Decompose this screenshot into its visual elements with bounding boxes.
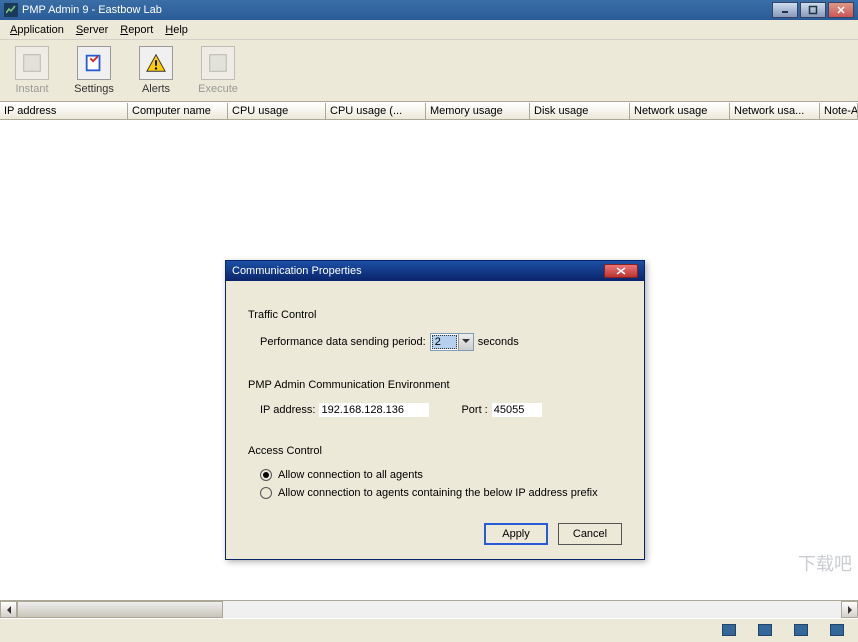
menu-help[interactable]: Help xyxy=(159,22,194,38)
col-memory[interactable]: Memory usage xyxy=(426,103,530,119)
env-heading: PMP Admin Communication Environment xyxy=(248,379,622,391)
maximize-button[interactable] xyxy=(800,2,826,18)
port-field[interactable]: 45055 xyxy=(492,403,542,417)
app-icon xyxy=(4,3,18,17)
traffic-control-heading: Traffic Control xyxy=(248,309,622,321)
menu-server-label: erver xyxy=(83,24,108,36)
toolbar-alerts[interactable]: Alerts xyxy=(130,44,182,97)
toolbar-alerts-label: Alerts xyxy=(142,83,170,95)
chevron-down-icon[interactable] xyxy=(458,334,473,350)
menu-server[interactable]: Server xyxy=(70,22,114,38)
radio-allow-prefix[interactable] xyxy=(260,487,272,499)
tray-icon-1 xyxy=(722,624,736,636)
scroll-track[interactable] xyxy=(17,601,841,618)
port-label: Port : xyxy=(461,404,487,416)
col-ip[interactable]: IP address xyxy=(0,103,128,119)
menu-report-label: eport xyxy=(128,24,153,36)
settings-icon xyxy=(77,46,111,80)
menu-application-label: pplication xyxy=(17,24,63,36)
menu-application[interactable]: Application xyxy=(4,22,70,38)
radio-allow-prefix-label: Allow connection to agents containing th… xyxy=(278,487,598,499)
toolbar-settings[interactable]: Settings xyxy=(68,44,120,97)
column-headers: IP address Computer name CPU usage CPU u… xyxy=(0,102,858,120)
dialog-close-button[interactable] xyxy=(604,264,638,278)
close-icon xyxy=(616,267,626,275)
ip-field[interactable]: 192.168.128.136 xyxy=(319,403,429,417)
tray-icon-2 xyxy=(758,624,772,636)
col-computer[interactable]: Computer name xyxy=(128,103,228,119)
col-note[interactable]: Note-A xyxy=(820,103,858,119)
statusbar xyxy=(0,618,858,640)
toolbar-instant[interactable]: Instant xyxy=(6,44,58,97)
radio-allow-all-label: Allow connection to all agents xyxy=(278,469,423,481)
communication-properties-dialog: Communication Properties Traffic Control… xyxy=(225,260,645,560)
instant-icon xyxy=(15,46,49,80)
close-button[interactable] xyxy=(828,2,854,18)
toolbar: Instant Settings Alerts Execute xyxy=(0,40,858,102)
watermark: 下载吧 xyxy=(798,550,852,576)
scroll-thumb[interactable] xyxy=(17,601,223,618)
execute-icon xyxy=(201,46,235,80)
alerts-icon xyxy=(139,46,173,80)
period-label: Performance data sending period: xyxy=(260,336,426,348)
toolbar-execute[interactable]: Execute xyxy=(192,44,244,97)
tray-icon-3 xyxy=(794,624,808,636)
window-title: PMP Admin 9 - Eastbow Lab xyxy=(22,4,162,16)
toolbar-execute-label: Execute xyxy=(198,83,238,95)
status-tray xyxy=(722,624,854,636)
col-disk[interactable]: Disk usage xyxy=(530,103,630,119)
minimize-button[interactable] xyxy=(772,2,798,18)
seconds-label: seconds xyxy=(478,336,519,348)
dialog-title: Communication Properties xyxy=(232,265,362,277)
period-value: 2 xyxy=(432,335,457,349)
radio-allow-all[interactable] xyxy=(260,469,272,481)
period-combo[interactable]: 2 xyxy=(430,333,474,351)
dialog-titlebar: Communication Properties xyxy=(226,261,644,281)
menu-report[interactable]: Report xyxy=(114,22,159,38)
scroll-left-button[interactable] xyxy=(0,601,17,618)
toolbar-instant-label: Instant xyxy=(15,83,48,95)
menubar: Application Server Report Help xyxy=(0,20,858,40)
toolbar-settings-label: Settings xyxy=(74,83,114,95)
apply-button[interactable]: Apply xyxy=(484,523,548,545)
access-heading: Access Control xyxy=(248,445,622,457)
col-network[interactable]: Network usage xyxy=(630,103,730,119)
menu-help-label: elp xyxy=(173,24,188,36)
col-network2[interactable]: Network usa... xyxy=(730,103,820,119)
col-cpu[interactable]: CPU usage xyxy=(228,103,326,119)
ip-label: IP address: xyxy=(260,404,315,416)
tray-icon-4 xyxy=(830,624,844,636)
horizontal-scrollbar xyxy=(0,600,858,618)
content-area: Communication Properties Traffic Control… xyxy=(0,120,858,600)
scroll-right-button[interactable] xyxy=(841,601,858,618)
col-cpu2[interactable]: CPU usage (... xyxy=(326,103,426,119)
titlebar: PMP Admin 9 - Eastbow Lab xyxy=(0,0,858,20)
cancel-button[interactable]: Cancel xyxy=(558,523,622,545)
